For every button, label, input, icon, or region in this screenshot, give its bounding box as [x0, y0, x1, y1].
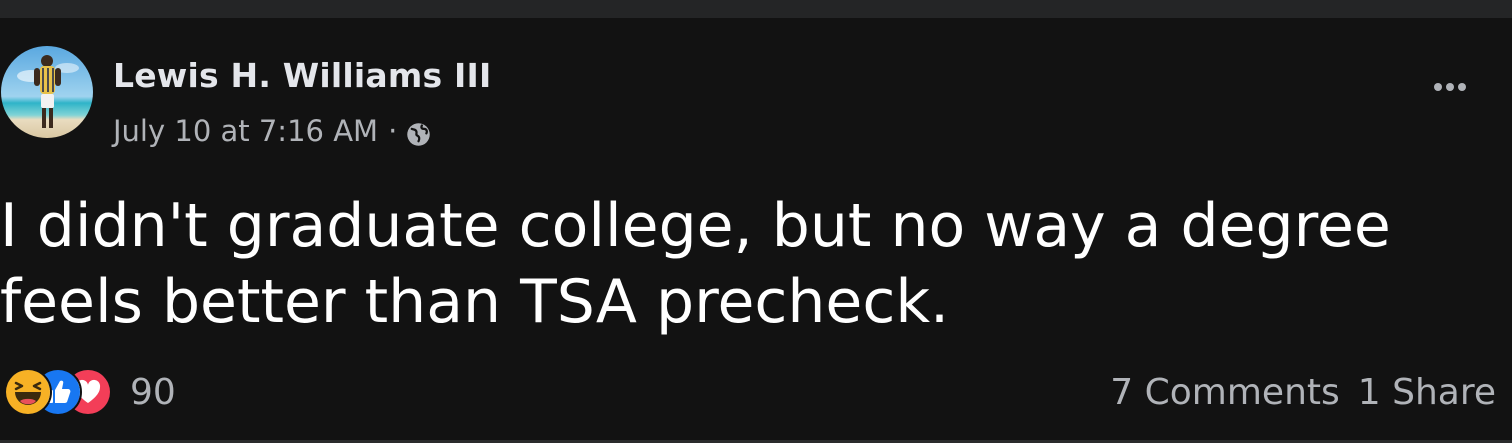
more-options-button[interactable] [1425, 72, 1475, 102]
author-avatar[interactable] [1, 46, 93, 138]
engagement-stats: 7 Comments 1 Share [1110, 368, 1496, 416]
post-body: I didn't graduate college, but no way a … [0, 191, 1391, 337]
post-card: Lewis H. Williams III July 10 at 7:16 AM… [0, 0, 1512, 443]
post-timestamp[interactable]: July 10 at 7:16 AM [113, 114, 378, 148]
more-options-icon [1434, 83, 1442, 91]
meta-separator: · [388, 114, 398, 148]
reaction-count[interactable]: 90 [130, 372, 176, 413]
globe-icon[interactable] [405, 121, 432, 148]
reactions-summary[interactable]: 90 [4, 368, 176, 416]
author-name[interactable]: Lewis H. Williams III [113, 56, 491, 95]
comments-count-link[interactable]: 7 Comments [1110, 372, 1339, 413]
post-meta: July 10 at 7:16 AM · [113, 114, 432, 148]
haha-reaction-icon [4, 368, 52, 416]
shares-count-link[interactable]: 1 Share [1358, 372, 1496, 413]
top-divider [0, 0, 1512, 18]
